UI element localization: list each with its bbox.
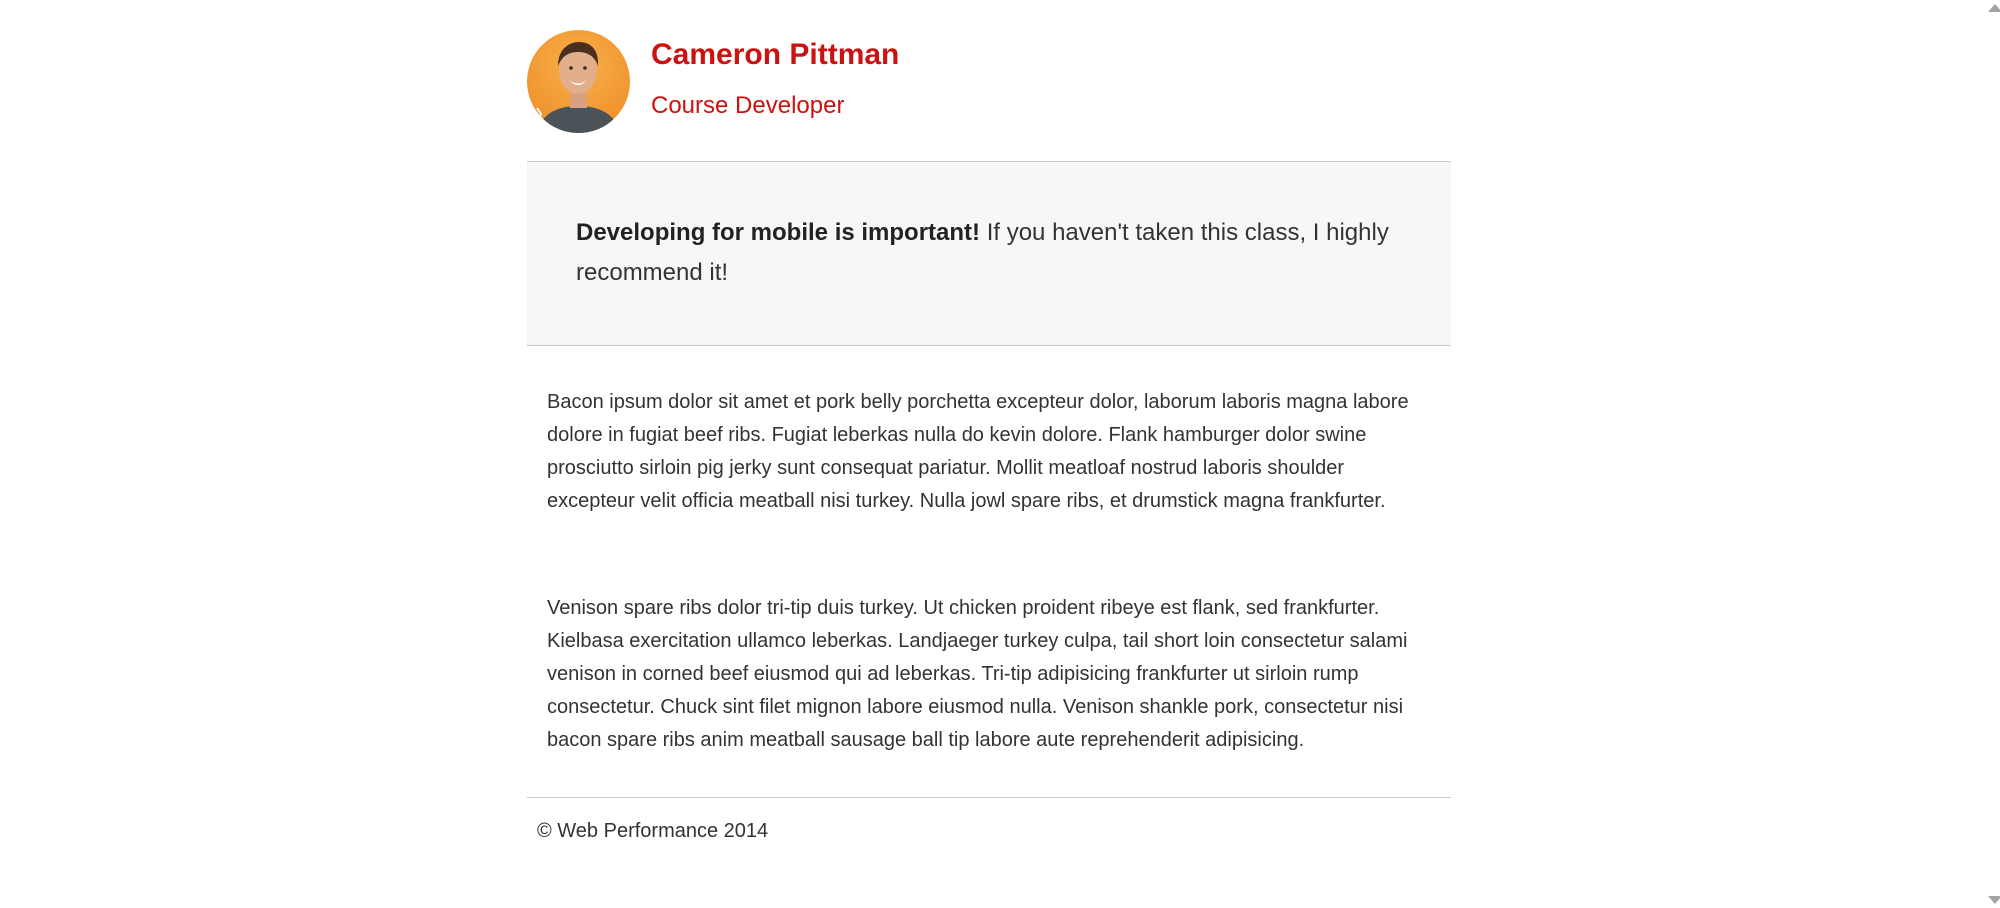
scroll-up-icon[interactable] [1988, 4, 2000, 12]
scroll-down-icon[interactable] [1988, 896, 2000, 904]
paragraph-2: Venison spare ribs dolor tri-tip duis tu… [547, 597, 1408, 751]
callout-box: Developing for mobile is important! If y… [527, 162, 1451, 345]
paragraph-1: Bacon ipsum dolor sit amet et pork belly… [547, 391, 1409, 512]
article-container: Cameron Pittman Course Developer Develop… [527, 0, 1451, 843]
footer: © Web Performance 2014 [537, 820, 769, 842]
author-avatar [527, 30, 630, 133]
author-name: Cameron Pittman [651, 38, 900, 71]
vertical-scrollbar[interactable] [1985, 0, 2000, 908]
article-body: Bacon ipsum dolor sit amet et pork belly… [527, 346, 1451, 797]
page: Cameron Pittman Course Developer Develop… [0, 0, 2000, 908]
author-role: Course Developer [651, 92, 845, 119]
author-header: Cameron Pittman Course Developer [527, 0, 1451, 161]
callout-bold-text: Developing for mobile is important! [576, 219, 981, 246]
